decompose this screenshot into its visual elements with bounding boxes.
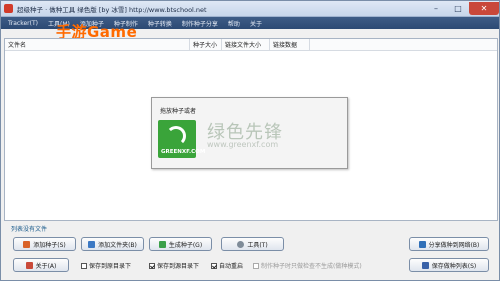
greenxf-logo: GREENXF.COM [158,120,205,158]
add-torrent-button[interactable]: 添加种子(S) [13,237,76,251]
checkbox-auto-restart[interactable] [211,262,217,269]
gear-icon [237,240,245,248]
app-icon [4,4,13,13]
option-label: 保存到原目录下 [89,263,132,270]
drop-hint-text: 拖放种子或者 [160,108,197,115]
make-torrent-button[interactable]: 生成种子(G) [149,237,212,251]
option-save-original-dir[interactable]: 保存到原目录下 [81,261,131,270]
app-window: 超级种子 · 做种工具 绿色版 [by 冰雪] http://www.btsch… [0,0,500,281]
checkbox-save-original-dir[interactable] [81,262,87,269]
add-folder-button[interactable]: 添加文件夹(B) [81,237,144,251]
folder-icon [88,240,96,248]
save-list-button[interactable]: 保存做种列表(S) [409,258,489,272]
drop-hint-dialog: 拖放种子或者 GREENXF.COM 绿色先锋 www.greenxf.com [151,97,348,169]
column-torrent-size[interactable]: 种子大小 [190,39,222,50]
menu-item-tracker[interactable]: Tracker(T) [5,19,41,28]
maximize-icon[interactable]: □ [447,2,469,15]
column-link-size[interactable]: 链接文件大小 [222,39,270,50]
tools-button[interactable]: 工具(T) [221,237,284,251]
watermark-url: www.greenxf.com [207,140,279,149]
close-icon[interactable]: ✕ [469,2,499,15]
make-torrent-icon [158,240,166,248]
save-icon [421,261,429,269]
info-icon [25,261,33,269]
option-label: 制作种子时只做检查不生成(做种模式) [261,263,362,270]
make-torrent-label: 生成种子(G) [168,241,203,249]
share-label: 分享做种到网络(B) [428,241,480,249]
column-link-data[interactable]: 链接数据 [270,39,310,50]
menu-item-share[interactable]: 制作种子分享 [179,18,221,29]
logo-text: GREENXF.COM [161,149,206,155]
add-torrent-label: 添加种子(S) [33,241,66,249]
option-label: 自动重启 [219,263,244,270]
option-check-only[interactable]: 制作种子时只做检查不生成(做种模式) [253,261,362,270]
about-label: 关于(A) [35,262,57,270]
tools-label: 工具(T) [247,241,268,249]
window-controls: – □ ✕ [425,2,499,15]
checkbox-save-source-dir[interactable] [149,262,155,269]
menu-item-help[interactable]: 帮助 [225,18,243,29]
column-filename[interactable]: 文件名 [5,39,190,50]
window-title: 超级种子 · 做种工具 绿色版 [by 冰雪] http://www.btsch… [17,5,207,14]
share-icon [418,240,426,248]
option-auto-restart[interactable]: 自动重启 [211,261,243,270]
about-button[interactable]: 关于(A) [13,258,69,272]
save-list-label: 保存做种列表(S) [431,262,477,270]
menu-item-about[interactable]: 关于 [247,18,265,29]
list-header: 文件名 种子大小 链接文件大小 链接数据 [5,39,497,51]
share-button[interactable]: 分享做种到网络(B) [409,237,489,251]
checkbox-check-only[interactable] [253,262,259,269]
option-label: 保存到源目录下 [157,263,200,270]
wifi-icon [166,126,186,146]
add-folder-label: 添加文件夹(B) [98,241,137,249]
status-text: 列表没有文件 [11,226,48,233]
option-save-source-dir[interactable]: 保存到源目录下 [149,261,199,270]
minimize-icon[interactable]: – [425,2,447,15]
title-bar: 超级种子 · 做种工具 绿色版 [by 冰雪] http://www.btsch… [1,1,499,17]
add-torrent-icon [23,240,31,248]
menu-item-convert[interactable]: 种子转换 [145,18,175,29]
